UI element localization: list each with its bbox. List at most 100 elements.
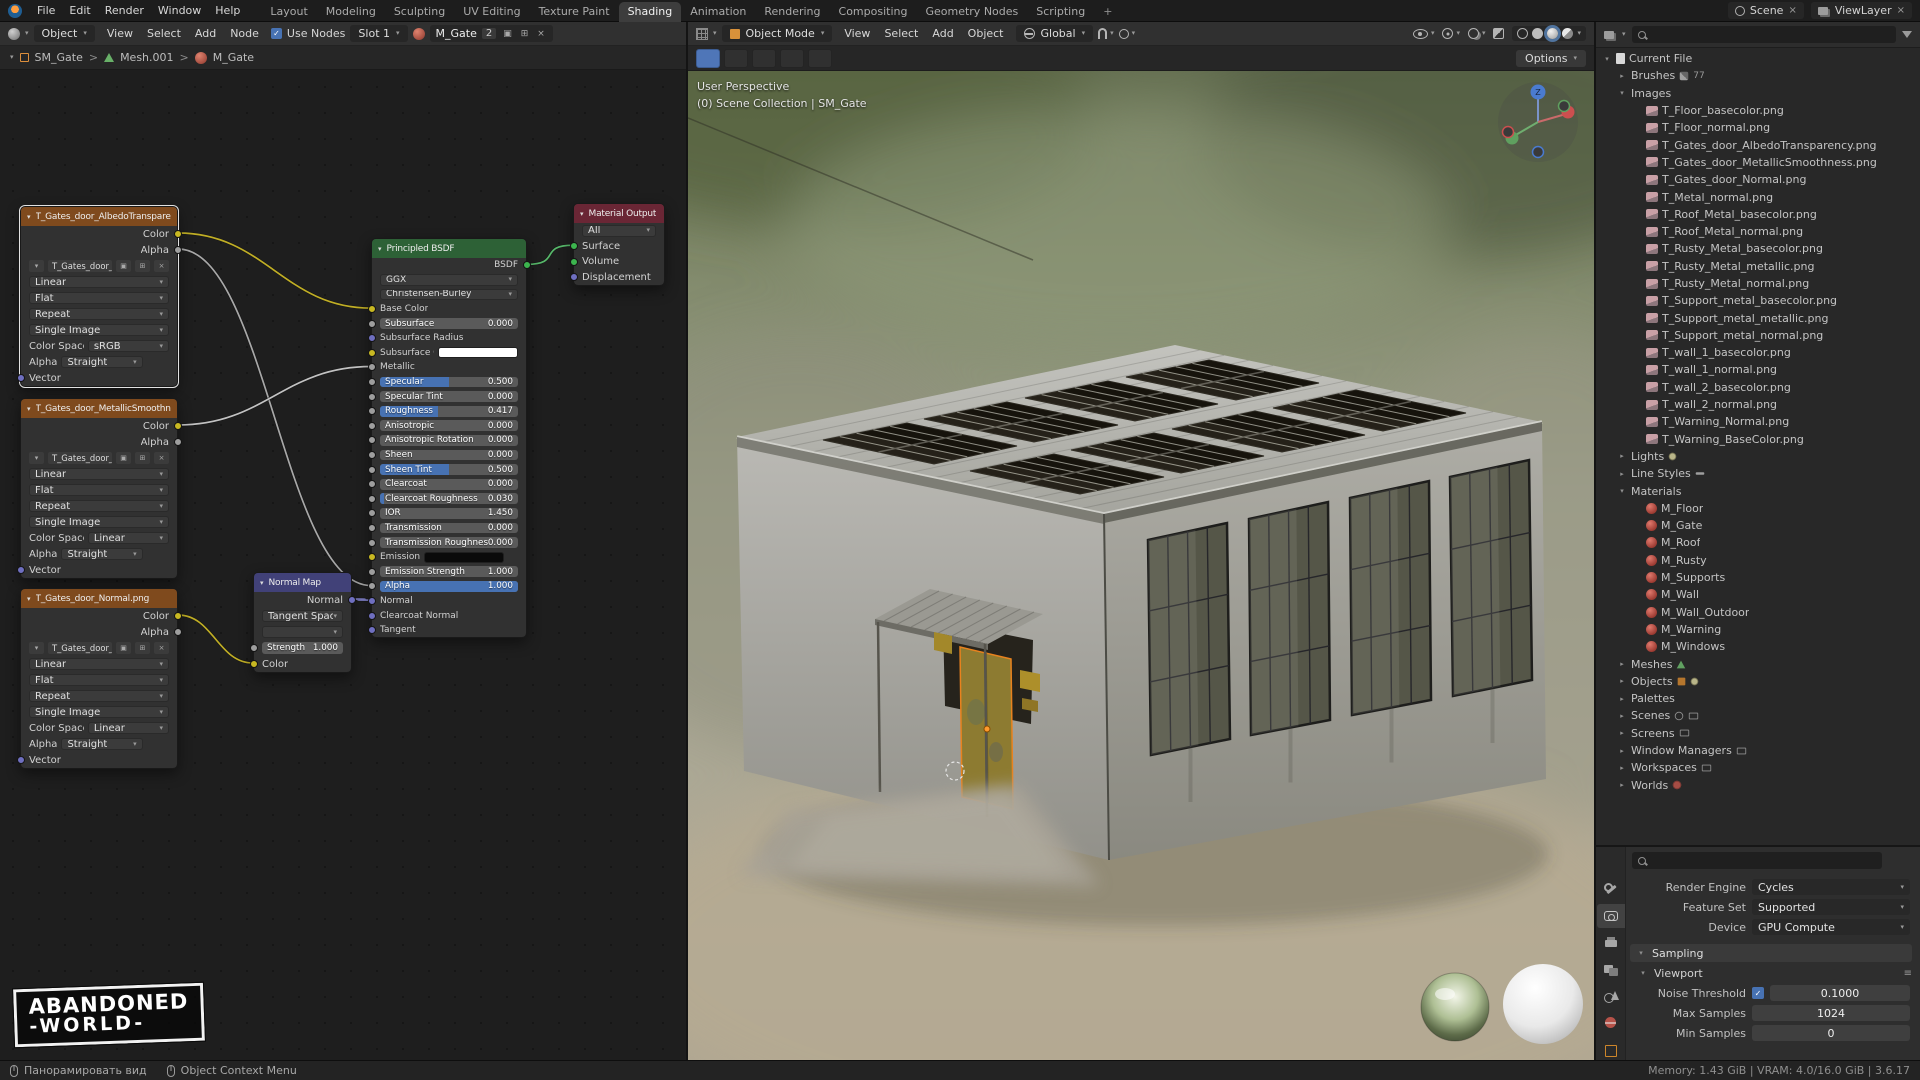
node-slider-sheen-tint[interactable]: Sheen Tint 0.500 (380, 464, 518, 475)
socket-color[interactable] (173, 422, 182, 430)
subsection-viewport[interactable]: ▾ Viewport ≡ (1638, 964, 1912, 982)
properties-tab-tool[interactable] (1597, 877, 1625, 901)
checkbox-checked[interactable]: ✓ (1752, 987, 1764, 999)
outliner-item-t-metal-normal-png[interactable]: T_Metal_normal.png (1596, 188, 1920, 205)
node-principled-bsdf[interactable]: ▾ Principled BSDF BSDF GGX ▾ Christensen-Burl… (367, 238, 531, 639)
node-select-linear[interactable]: Linear ▾ (87, 721, 169, 735)
material-name-field[interactable]: M_Gate 2 ▣ ⊞ × (429, 25, 553, 42)
axis-z-neg-handle[interactable] (1531, 145, 1545, 159)
outliner-item-m-roof[interactable]: M_Roof (1596, 534, 1920, 551)
node-select-repeat[interactable]: Repeat ▾ (29, 499, 169, 513)
outliner-item-m-floor[interactable]: M_Floor (1596, 500, 1920, 517)
node-collapse-icon[interactable]: ▾ (378, 245, 382, 253)
filter-icon[interactable] (1902, 31, 1912, 38)
outliner-item-screens[interactable]: ▸ Screens (1596, 725, 1920, 742)
socket-clearcoat[interactable] (367, 480, 376, 489)
viewlayer-selector[interactable]: ViewLayer × (1810, 2, 1912, 19)
outliner-item-m-windows[interactable]: M_Windows (1596, 638, 1920, 655)
axis-x-neg-handle[interactable] (1501, 125, 1515, 139)
shading-solid-button[interactable] (1532, 28, 1544, 39)
viewport-menu-add[interactable]: Add (925, 25, 960, 42)
outliner-item-t-gates-door-normal-png[interactable]: T_Gates_door_Normal.png (1596, 171, 1920, 188)
unlink-icon[interactable]: × (154, 642, 169, 654)
socket-specular-tint[interactable] (367, 392, 376, 401)
socket-roughness[interactable] (367, 407, 376, 416)
proportional-edit-toggle[interactable]: ▾ (1118, 28, 1135, 39)
image-browse-icon[interactable]: ▾ (29, 260, 44, 272)
node-select-linear[interactable]: Linear ▾ (87, 531, 169, 545)
disclosure-closed-icon[interactable]: ▸ (1617, 72, 1627, 80)
slot-select[interactable]: Slot 1 ▾ (350, 25, 408, 42)
outliner-item-objects[interactable]: ▸ Objects (1596, 673, 1920, 690)
editor-type-icon[interactable] (8, 27, 20, 40)
disclosure-closed-icon[interactable]: ▸ (1617, 695, 1627, 703)
viewport-3d[interactable]: ▾ Object Mode ▾ View Select Add Object Glob… (686, 22, 1594, 1060)
node-header-normal-map[interactable]: ▾ Normal Map (254, 573, 351, 592)
menu-window[interactable]: Window (151, 2, 208, 19)
image-browse-icon[interactable]: ▾ (29, 642, 44, 654)
outliner-item-t-floor-normal-png[interactable]: T_Floor_normal.png (1596, 119, 1920, 136)
unlink-icon[interactable]: × (154, 452, 169, 464)
node-slider-sheen[interactable]: Sheen 0.000 (380, 449, 518, 461)
breadcrumb-mesh[interactable]: Mesh.001 (120, 51, 173, 64)
outliner-display-mode-icon[interactable] (1604, 30, 1614, 39)
outliner-item-t-support-metal-metallic-png[interactable]: T_Support_metal_metallic.png (1596, 309, 1920, 326)
disclosure-closed-icon[interactable]: ▸ (1617, 712, 1627, 720)
tab-animation[interactable]: Animation (681, 2, 755, 22)
disclosure-open-icon[interactable]: ▾ (1617, 487, 1627, 495)
outliner-item-images[interactable]: ▾ Images (1596, 85, 1920, 102)
tool-button[interactable] (724, 48, 748, 68)
viewport-scene[interactable] (688, 22, 1594, 1060)
outliner-item-t-warning-basecolor-png[interactable]: T_Warning_BaseColor.png (1596, 431, 1920, 448)
socket-vector[interactable] (16, 374, 25, 382)
socket-anisotropic[interactable] (367, 421, 376, 430)
socket-vector[interactable] (16, 566, 25, 574)
outliner-item-workspaces[interactable]: ▸ Workspaces (1596, 759, 1920, 776)
mode-select[interactable]: Object Mode ▾ (721, 25, 833, 42)
node-select-flat[interactable]: Flat ▾ (29, 483, 169, 497)
socket-transmission-roughness[interactable] (367, 538, 376, 547)
color-swatch[interactable] (437, 347, 518, 359)
node-select-linear[interactable]: Linear ▾ (29, 467, 169, 481)
socket-color[interactable] (173, 612, 182, 620)
socket-vector[interactable] (16, 756, 25, 764)
node-select-flat[interactable]: Flat ▾ (29, 291, 169, 305)
copy-icon[interactable]: ⊞ (135, 452, 150, 464)
socket-anisotropic-rotation[interactable] (367, 436, 376, 445)
outliner-panel[interactable]: ▾ ▾ Current File ▸ Brushes 77 ▾ Images T_Floor_… (1594, 22, 1920, 845)
menu-edit[interactable]: Edit (62, 2, 97, 19)
properties-tab-object[interactable] (1597, 1038, 1625, 1060)
disclosure-closed-icon[interactable]: ▸ (1617, 729, 1627, 737)
tool-button[interactable] (752, 48, 776, 68)
socket-base-color[interactable] (367, 305, 376, 314)
viewport-menu-select[interactable]: Select (877, 25, 925, 42)
node-select-all[interactable]: All ▾ (582, 224, 656, 237)
menu-help[interactable]: Help (208, 2, 247, 19)
node-select-ggx[interactable]: GGX ▾ (380, 274, 518, 286)
node-collapse-icon[interactable]: ▾ (27, 213, 31, 221)
socket-alpha[interactable] (367, 582, 376, 591)
tab-shading[interactable]: Shading (618, 1, 682, 22)
node-select-single-image[interactable]: Single Image ▾ (29, 705, 169, 719)
scene-selector[interactable]: Scene × (1727, 2, 1804, 19)
outliner-item-palettes[interactable]: ▸ Palettes (1596, 690, 1920, 707)
workspace-add-button[interactable]: + (1094, 2, 1121, 22)
users-count-badge[interactable]: 2 (481, 28, 497, 39)
socket-bsdf[interactable] (522, 261, 531, 270)
tab-compositing[interactable]: Compositing (830, 2, 917, 22)
copy-icon[interactable]: ⊞ (135, 260, 150, 272)
properties-tab-view-layer[interactable] (1597, 958, 1625, 982)
prop-value-max-samples[interactable]: 1024 (1752, 1005, 1910, 1021)
node-header-tex-normal[interactable]: ▾ T_Gates_door_Normal.png (21, 589, 177, 608)
socket-surface[interactable] (569, 242, 578, 251)
outliner-search-input[interactable] (1631, 26, 1896, 43)
node-normal-map[interactable]: ▾Normal MapNormalTangent Space▾▾Strength… (249, 572, 356, 673)
node-slider-strength[interactable]: Strength 1.000 (262, 642, 343, 654)
tab-scripting[interactable]: Scripting (1027, 2, 1094, 22)
outliner-item-materials[interactable]: ▾ Materials (1596, 482, 1920, 499)
prop-value-min-samples[interactable]: 0 (1752, 1025, 1910, 1041)
node-select-single-image[interactable]: Single Image ▾ (29, 323, 169, 337)
show-overlays-dropdown[interactable]: ▾ (1467, 28, 1485, 39)
socket-strength[interactable] (249, 644, 258, 652)
socket-emission-strength[interactable] (367, 567, 376, 576)
